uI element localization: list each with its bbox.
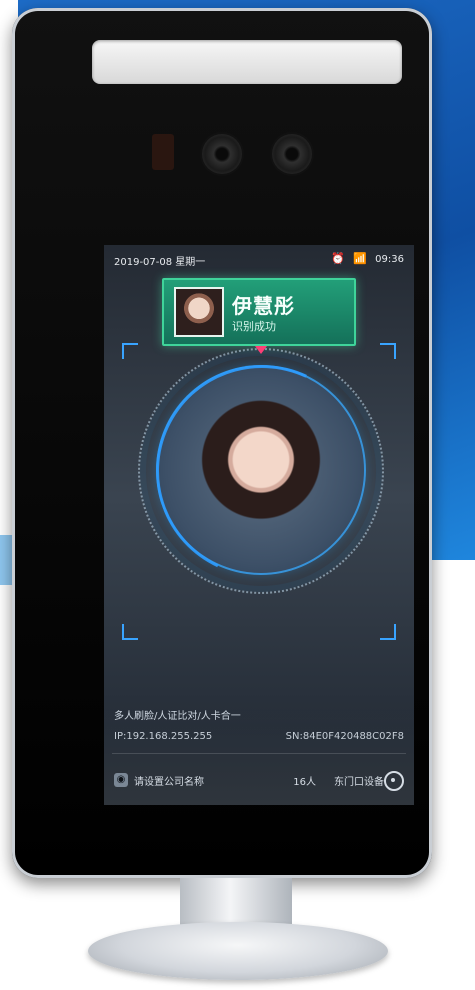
alarm-icon: ⏰ xyxy=(331,252,345,265)
footer-bar: ◉ 请设置公司名称 16人 东门口设备 xyxy=(104,759,414,801)
mode-label: 多人刷脸/人证比对/人卡合一 xyxy=(114,711,241,722)
left-camera xyxy=(202,134,242,174)
infrared-sensor xyxy=(152,134,174,170)
status-bar: 2019-07-08 星期一 ⏰ 📶 09:36 xyxy=(114,253,404,271)
status-right-group: ⏰ 📶 09:36 xyxy=(331,253,404,265)
recognition-card: 伊慧彤 识别成功 xyxy=(162,278,356,346)
company-icon: ◉ xyxy=(114,773,128,787)
device-screen: 2019-07-08 星期一 ⏰ 📶 09:36 伊慧彤 识别成功 多人刷脸/人… xyxy=(104,245,414,805)
stand-base xyxy=(88,922,388,980)
scan-corner-top-right xyxy=(380,343,396,359)
fill-light-bar xyxy=(92,40,402,84)
scan-corner-bottom-right xyxy=(380,624,396,640)
footer-divider xyxy=(112,753,406,754)
face-recognition-terminal: 2019-07-08 星期一 ⏰ 📶 09:36 伊慧彤 识别成功 多人刷脸/人… xyxy=(12,8,432,878)
people-count: 16人 xyxy=(293,777,316,788)
time-label: 09:36 xyxy=(375,253,404,265)
bottom-info-panel: 多人刷脸/人证比对/人卡合一 IP:192.168.255.255 SN:84E… xyxy=(104,695,414,805)
device-location: 东门口设备 xyxy=(334,777,384,788)
gear-icon[interactable] xyxy=(384,771,404,791)
wifi-icon: 📶 xyxy=(353,252,367,265)
datetime-label: 2019-07-08 星期一 xyxy=(114,257,206,268)
company-name[interactable]: 请设置公司名称 xyxy=(134,773,204,788)
scan-arc xyxy=(126,335,398,607)
scan-corner-top-left xyxy=(122,343,138,359)
recognition-status: 识别成功 xyxy=(232,320,276,333)
serial-label: SN:84E0F420488C02F8 xyxy=(285,731,404,742)
recognized-avatar xyxy=(174,287,224,337)
ip-label: IP:192.168.255.255 xyxy=(114,731,213,742)
scan-marker-icon xyxy=(255,346,267,354)
right-camera xyxy=(272,134,312,174)
scan-corner-bottom-left xyxy=(122,624,138,640)
recognized-name: 伊慧彤 xyxy=(232,294,295,318)
